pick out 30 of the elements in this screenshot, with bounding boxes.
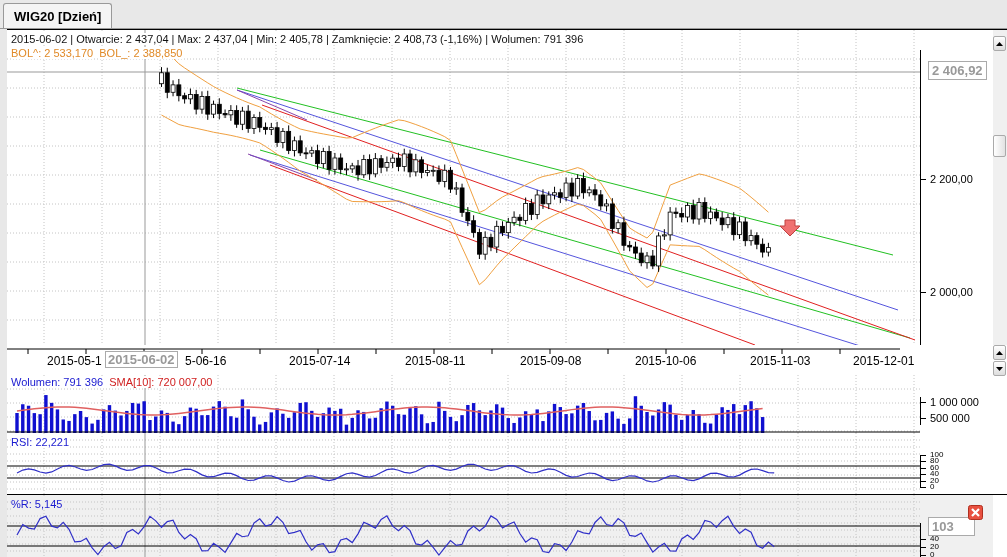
price-axis-label: 2 000,00 [930,286,973,298]
volume-axis-label: 1 000 000 [930,396,979,408]
date-axis-label: 2015-11-03 [750,354,811,368]
rsi-axis-label: 0 [930,483,935,491]
rsi-axis-label: 60 [930,463,939,472]
date-axis-label: 2015-09-08 [520,354,582,368]
williams-axis-label: 0 [930,551,935,557]
volume-legend: Wolumen: 791 396 [11,376,104,388]
crosshair-value-label: 103 [928,517,975,536]
crosshair-price-label: 2 406,92 [928,61,987,80]
date-axis-label: 5-06-16 [185,354,227,368]
williams-legend: %R: 5,145 [11,498,63,510]
price-axis-label: 2 200,00 [930,173,973,185]
bollinger-legend: BOL^: 2 533,170 [11,47,94,59]
date-axis-label: 2015-10-06 [635,354,697,368]
sma-legend: SMA[10]: 720 007,00 [109,376,213,388]
rsi-axis-label: 20 [930,476,939,485]
date-axis-label: 2015-08-11 [405,354,466,368]
date-axis-label: 2015-12-01 [853,354,915,368]
crosshair-date-label: 2015-06-02 [105,351,178,368]
volume-axis-label: 500 000 [930,412,970,424]
williams-axis-label: 40 [930,535,939,543]
rsi-legend: RSI: 22,221 [11,436,70,448]
date-axis-label: 2015-05-1 [47,354,102,368]
chart-tab[interactable]: WIG20 [Dzień] [3,3,113,28]
rsi-axis-label: 80 [930,457,939,466]
date-axis-label: 2015-07-14 [289,354,351,368]
williams-axis-label: 20 [930,543,939,551]
bollinger-legend: BOL_: 2 388,850 [99,47,183,59]
ohlc-legend: 2015-06-02 | Otwarcie: 2 437,04 | Max: 2 437,04 | Min: 2 405,78 | Zamknięcie: 2 408,73 (-1,16%) | Wolumen: 791 396 [11,33,584,45]
